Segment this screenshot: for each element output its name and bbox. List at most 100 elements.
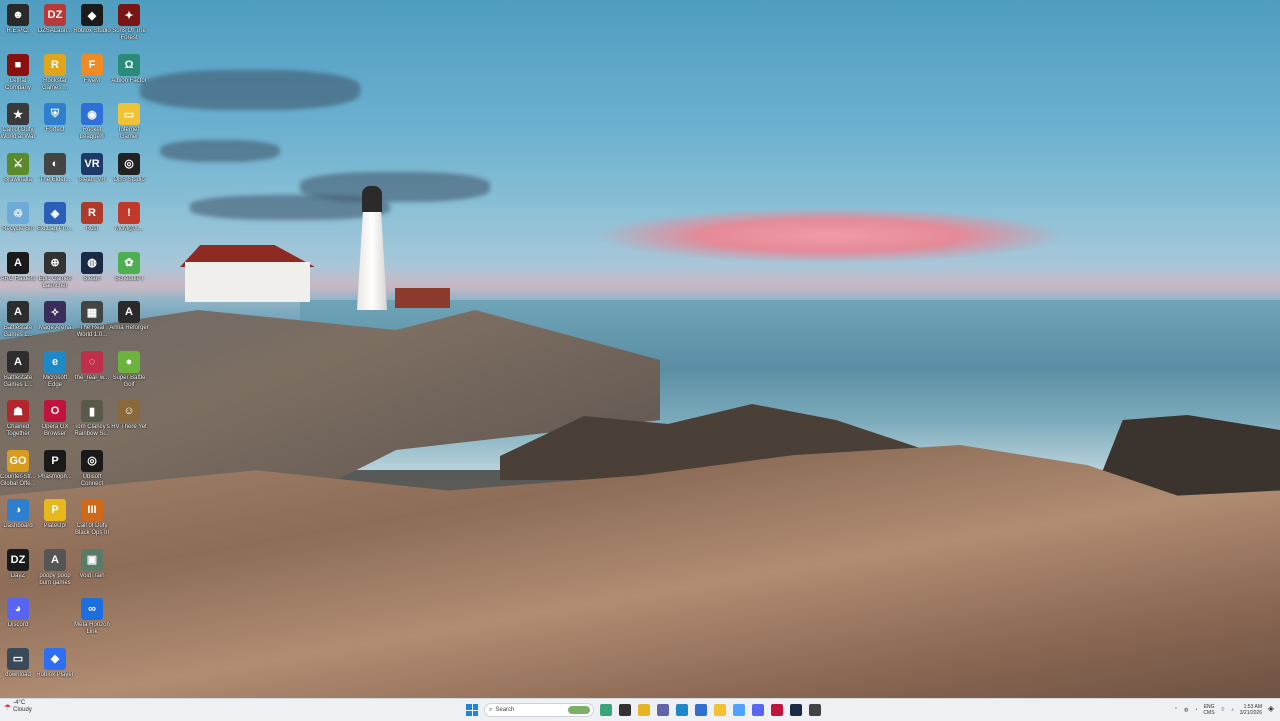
app-icon: ◆	[44, 647, 66, 670]
copilot-icon[interactable]	[600, 704, 612, 716]
store-icon[interactable]	[695, 704, 707, 716]
desktop-icon-label: Rust	[85, 226, 99, 232]
desktop-icon[interactable]: ◉ Rocket League®	[74, 103, 110, 153]
desktop-icon[interactable]: ∞ Meta Horizon Link	[74, 598, 110, 648]
desktop-icon[interactable]: ⚔ Brawlhalla	[0, 152, 36, 203]
desktop-icon[interactable]: ☻ R.E.P.O.	[0, 4, 36, 54]
teams-icon[interactable]	[657, 704, 669, 716]
notification-bell-icon[interactable]: ◈	[1268, 704, 1274, 713]
app-icon: ♲	[7, 202, 29, 224]
desktop-icon[interactable]: VR Steam VR	[74, 152, 110, 203]
app-icon: III	[81, 499, 103, 521]
desktop-icon[interactable]: ☗ Chained Together	[0, 400, 36, 450]
desktop-icon[interactable]: ■ Lethal Company	[0, 53, 36, 104]
desktop-icon[interactable]: ☺ RV There Yet	[111, 400, 147, 450]
desktop-icon-label: OBS Studio	[113, 176, 145, 183]
desktop-icon[interactable]: Apoopy poop bum games	[37, 548, 73, 599]
desktop-icon[interactable]: R Rust	[74, 202, 110, 252]
desktop-icon[interactable]: DZ DayZ	[0, 548, 36, 599]
search-placeholder: Search	[495, 707, 515, 713]
desktop-icon[interactable]: ★ Call of Duty World at War	[0, 103, 36, 153]
desktop-icon[interactable]: A Arma Reforger	[109, 301, 149, 351]
desktop-icon[interactable]: ! McM@X...	[111, 202, 147, 252]
opera-gx-icon[interactable]	[771, 704, 783, 716]
app-icon: P	[44, 499, 66, 521]
explorer-folder-icon[interactable]	[714, 704, 726, 716]
desktop-icon-label: Mage Arena	[38, 325, 72, 331]
language-indicator[interactable]: ENG CMS	[1203, 704, 1214, 716]
file-explorer-icon[interactable]	[638, 704, 650, 716]
desktop-icon-label: Counter-Str... Global Offe...	[0, 473, 36, 487]
desktop-icon[interactable]: ▦ The Real World 1.0...	[74, 301, 110, 351]
desktop-icon[interactable]: ◎ OBS Studio	[111, 152, 147, 203]
desktop-icon-label: poopy poop bum games	[39, 572, 71, 586]
desktop-icon[interactable]: ▣ VoidTrain	[74, 548, 110, 599]
app-icon: A	[7, 251, 29, 274]
desktop-icon-label: Dashboard	[3, 523, 33, 529]
desktop-icon[interactable]: A Battlestate Games L...	[0, 350, 36, 401]
app-icon: ★	[7, 103, 29, 125]
wifi-icon[interactable]: ⌔	[1221, 707, 1226, 713]
desktop-icon[interactable]: Ω Albion Factor	[111, 53, 147, 104]
desktop-icon-label: The Elder...	[39, 176, 71, 183]
app-icon: A	[7, 301, 29, 323]
app-icon: ◎	[118, 152, 140, 175]
desktop-icon-label: download	[5, 671, 31, 678]
steam-icon[interactable]	[790, 704, 802, 716]
desktop-icon[interactable]: ▭ download	[0, 647, 36, 698]
app-icon: ⚔	[7, 152, 29, 175]
desktop-icon[interactable]: ◈ ExitLag Pro...	[37, 202, 73, 252]
desktop-icon[interactable]: ✿ Schedule I	[111, 251, 147, 302]
desktop-icon[interactable]: ▭ Internet Gamer	[111, 103, 147, 153]
edge-icon[interactable]	[676, 704, 688, 716]
speaker-icon[interactable]: ♪	[1231, 707, 1234, 713]
taskview-icon[interactable]	[619, 704, 631, 716]
desktop-icon[interactable]: P PlateUp!	[37, 499, 73, 549]
app-icon: ◕	[7, 598, 29, 620]
desktop-icon[interactable]: O Opera GX Browser	[37, 400, 73, 450]
app-icon: Ω	[118, 53, 140, 76]
desktop-icon[interactable]: e Microsoft Edge	[37, 350, 73, 401]
desktop-icon[interactable]: ✧ Mage Arena	[37, 301, 73, 351]
network-icon[interactable]: ◍	[1184, 707, 1188, 713]
search-box[interactable]: ⌕ Search	[484, 703, 594, 717]
desktop-icon[interactable]: GO Counter-Str... Global Offe...	[0, 449, 36, 500]
clock[interactable]: 1:53 AM 3/21/2026	[1240, 704, 1262, 716]
desktop-icon[interactable]: III Call of Duty Black Ops III	[74, 499, 110, 549]
volume-icon[interactable]: ◔	[1194, 707, 1197, 713]
app-icon: ■	[7, 53, 29, 76]
desktop-icon[interactable]: DZ DZSALaun...	[37, 4, 73, 54]
desktop-icon[interactable]: ⊕ Epic Games Launcher	[37, 251, 73, 302]
desktop-icon[interactable]: ♲ Recycle Bin	[0, 202, 36, 252]
desktop-icon[interactable]: ◎ Ubisoft Connect	[74, 449, 110, 500]
app-icon: GO	[7, 449, 29, 472]
desktop-icon[interactable]: ✦ Sons Of The Forest	[111, 4, 147, 54]
weather-widget[interactable]: ☂ -4°C Cloudy	[4, 700, 32, 714]
photos-icon[interactable]	[733, 704, 745, 716]
desktop-icon[interactable]: ● Super Battle Golf	[111, 350, 147, 401]
weather-temp: -4°C	[13, 700, 26, 706]
desktop-icon[interactable]: ⛨ Fortect	[37, 103, 73, 153]
desktop-icon-label: DayZ	[10, 572, 26, 579]
desktop-icon[interactable]: ◑ Dashboard	[0, 499, 36, 549]
desktop-icon-label: ExitLag Pro...	[36, 226, 74, 232]
desktop-icon-label: Discord	[7, 622, 29, 628]
desktop-icon[interactable]: ◌ the_real_w...	[74, 350, 110, 401]
desktop-icon[interactable]: R Rockstar Games ...	[37, 53, 73, 104]
desktop-icon[interactable]: A ARC Raiders	[0, 251, 36, 302]
desktop-icon[interactable]: A Battlestate Games L...	[0, 301, 36, 351]
desktop-icon[interactable]: ▮ Tom Clancy's Rainbow Si...	[74, 400, 110, 450]
desktop-icon-label: Internet Gamer	[118, 127, 140, 140]
discord-icon[interactable]	[752, 704, 764, 716]
desktop-icon[interactable]: ◆ Roblox Studio	[73, 4, 111, 54]
lang-line2: CMS	[1203, 710, 1215, 716]
tray-overflow-chevron-icon[interactable]: ⌃	[1174, 707, 1178, 713]
epic-icon[interactable]	[809, 704, 821, 716]
desktop-icon[interactable]: ◐ The Elder...	[37, 152, 73, 203]
desktop-icon[interactable]: P Phasmoph...	[37, 449, 73, 500]
start-button[interactable]	[466, 704, 478, 716]
desktop-icon[interactable]: ◆ Roblox Player	[36, 647, 74, 698]
desktop-icon[interactable]: F FiveM	[74, 53, 110, 104]
desktop-icon[interactable]: ◕ Discord	[0, 598, 36, 648]
desktop-icon[interactable]: ◍ Steam	[74, 251, 110, 302]
